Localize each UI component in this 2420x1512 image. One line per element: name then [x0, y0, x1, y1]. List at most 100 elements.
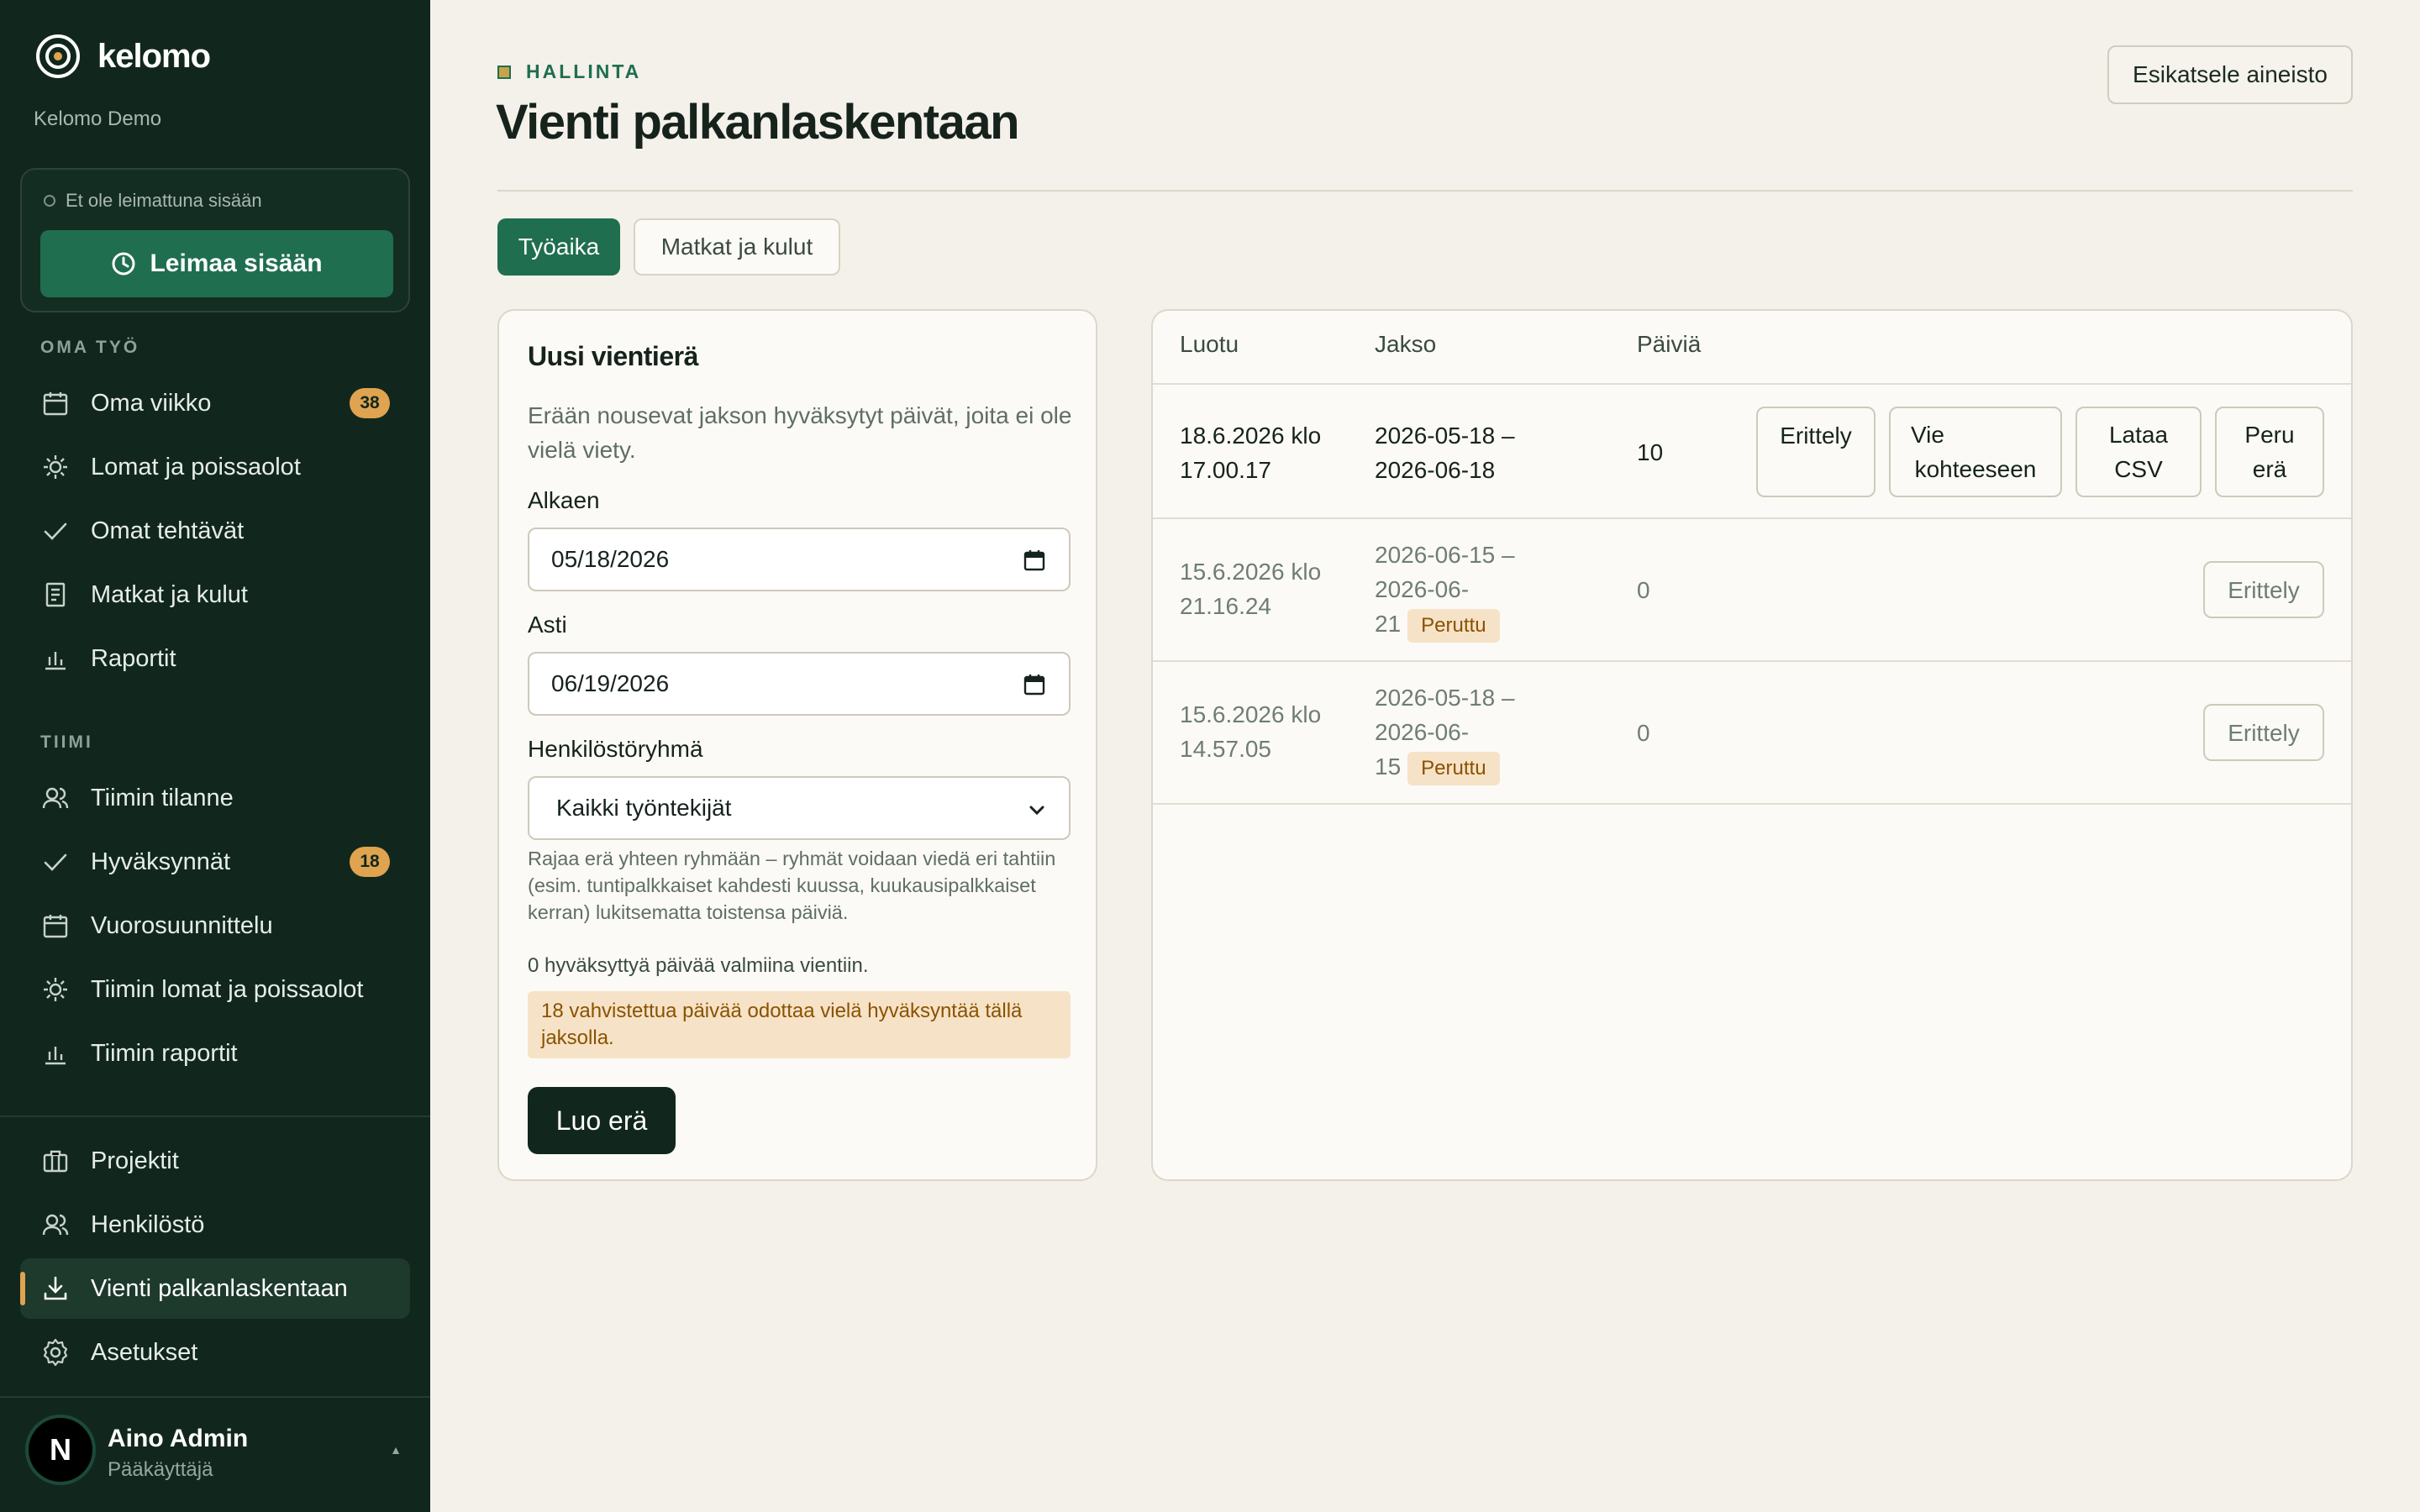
- bar-chart-icon: [39, 642, 72, 675]
- punch-status: Et ole leimattuna sisään: [44, 190, 262, 212]
- new-batch-title: Uusi vientierä: [528, 341, 698, 371]
- sidebar-item-payroll-export[interactable]: Vienti palkanlaskentaan: [20, 1258, 410, 1319]
- period-start: 2026-05-18 –: [1375, 685, 1515, 711]
- button-line: Vie: [1911, 422, 1944, 448]
- tab-work-time[interactable]: Työaika: [497, 218, 620, 276]
- download-csv-button[interactable]: Lataa CSV: [2075, 407, 2202, 497]
- sidebar-item-label: Hyväksynnät: [91, 848, 231, 875]
- section-eyebrow: HALLINTA: [497, 60, 641, 83]
- row-divider: [1153, 803, 2351, 805]
- period-end-day: 21: [1375, 611, 1402, 637]
- user-menu[interactable]: N Aino Admin Pääkäyttäjä ▲: [0, 1398, 430, 1512]
- created-time: 14.57.05: [1180, 736, 1271, 762]
- period-cell: 2026-05-18 – 2026-06- 15 Peruttu: [1375, 680, 1515, 785]
- period-start: 2026-06-15 –: [1375, 542, 1515, 568]
- sidebar-item-label: Lomat ja poissaolot: [91, 453, 301, 480]
- created-date: 15.6.2026 klo: [1180, 701, 1322, 727]
- sidebar-item-approvals[interactable]: Hyväksynnät 18: [20, 832, 410, 892]
- create-batch-button[interactable]: Luo erä: [528, 1087, 676, 1154]
- new-batch-description: Erään nousevat jakson hyväksytyt päivät,…: [528, 402, 1072, 463]
- header-divider: [497, 190, 2353, 192]
- calendar-icon[interactable]: [1023, 549, 1045, 571]
- sidebar-item-personnel[interactable]: Henkilöstö: [20, 1194, 410, 1255]
- preview-data-button[interactable]: Esikatsele aineisto: [2107, 45, 2353, 104]
- column-header-period: Jakso: [1375, 331, 1437, 357]
- punch-in-label: Leimaa sisään: [150, 249, 323, 277]
- calendar-icon: [39, 386, 72, 420]
- group-help-text: Rajaa erä yhteen ryhmään – ryhmät voidaa…: [528, 848, 1056, 923]
- punch-in-button[interactable]: Leimaa sisään: [40, 230, 393, 297]
- section-team: TIIMI: [40, 732, 93, 752]
- bar-chart-icon: [39, 1037, 72, 1070]
- sidebar-item-label: Projektit: [91, 1147, 179, 1174]
- ready-count-text: 0 hyväksyttyä päivää valmiina vientiin.: [528, 954, 869, 977]
- group-select[interactable]: Kaikki työntekijät: [528, 776, 1071, 840]
- eyebrow-square-icon: [497, 65, 511, 79]
- sidebar-divider: [0, 1116, 430, 1117]
- detail-button[interactable]: Erittely: [1756, 407, 1876, 497]
- to-date-input[interactable]: 06/19/2026: [528, 652, 1071, 716]
- count-badge: 18: [350, 847, 390, 877]
- row-divider: [1153, 660, 2351, 662]
- to-date-value: 06/19/2026: [551, 670, 670, 696]
- sun-icon: [39, 450, 72, 484]
- status-badge: Peruttu: [1407, 608, 1500, 643]
- sidebar-item-own-week[interactable]: Oma viikko 38: [20, 373, 410, 433]
- punch-card: Et ole leimattuna sisään Leimaa sisään: [20, 168, 410, 312]
- sidebar-item-reports[interactable]: Raportit: [20, 628, 410, 689]
- group-select-value: Kaikki työntekijät: [556, 795, 732, 821]
- users-icon: [39, 781, 72, 815]
- chevron-down-icon: [1029, 806, 1044, 816]
- eyebrow-label: HALLINTA: [526, 60, 642, 82]
- created-date: 18.6.2026 klo: [1180, 423, 1322, 449]
- button-line: Lataa: [2108, 422, 2169, 448]
- caret-up-icon: ▲: [390, 1443, 402, 1457]
- sidebar-item-settings[interactable]: Asetukset: [20, 1322, 410, 1383]
- sidebar-item-label: Tiimin raportit: [91, 1039, 238, 1067]
- period-cell: 2026-05-18 – 2026-06-18: [1375, 418, 1515, 487]
- sidebar: kelomo Kelomo Demo Et ole leimattuna sis…: [0, 0, 430, 1512]
- export-to-target-button[interactable]: Vie kohteeseen: [1889, 407, 2062, 497]
- period-end: 2026-06-: [1375, 719, 1470, 745]
- users-icon: [39, 1208, 72, 1242]
- brand[interactable]: kelomo: [35, 34, 211, 79]
- from-date-input[interactable]: 05/18/2026: [528, 528, 1071, 591]
- cancel-batch-button[interactable]: Peru erä: [2215, 407, 2324, 497]
- brand-name: kelomo: [97, 37, 211, 75]
- calendar-icon[interactable]: [1023, 674, 1045, 696]
- detail-button[interactable]: Erittely: [2203, 704, 2324, 761]
- sidebar-item-projects[interactable]: Projektit: [20, 1131, 410, 1191]
- sidebar-item-label: Raportit: [91, 644, 176, 672]
- sun-icon: [39, 973, 72, 1006]
- detail-button[interactable]: Erittely: [2203, 561, 2324, 618]
- created-cell: 18.6.2026 klo 17.00.17: [1180, 418, 1321, 487]
- button-line: erä: [2252, 456, 2287, 482]
- punch-status-text: Et ole leimattuna sisään: [66, 190, 262, 211]
- sidebar-item-label: Tiimin tilanne: [91, 784, 234, 811]
- created-cell: 15.6.2026 klo 21.16.24: [1180, 554, 1321, 623]
- sidebar-item-team-leaves[interactable]: Tiimin lomat ja poissaolot: [20, 959, 410, 1020]
- avatar: N: [29, 1418, 92, 1482]
- sidebar-item-label: Asetukset: [91, 1338, 198, 1366]
- receipt-icon: [39, 578, 72, 612]
- sidebar-item-label: Vuorosuunnittelu: [91, 911, 273, 939]
- user-name: Aino Admin: [108, 1425, 249, 1452]
- sidebar-item-shift-planning[interactable]: Vuorosuunnittelu: [20, 895, 410, 956]
- download-icon: [39, 1272, 72, 1305]
- check-icon: [39, 514, 72, 548]
- period-cell: 2026-06-15 – 2026-06- 21 Peruttu: [1375, 538, 1515, 643]
- tab-travel-expenses[interactable]: Matkat ja kulut: [634, 218, 840, 276]
- organization-name: Kelomo Demo: [34, 108, 162, 130]
- sidebar-item-own-tasks[interactable]: Omat tehtävät: [20, 501, 410, 561]
- period-end-day: 15: [1375, 753, 1402, 780]
- sidebar-item-team-status[interactable]: Tiimin tilanne: [20, 768, 410, 828]
- sidebar-item-team-reports[interactable]: Tiimin raportit: [20, 1023, 410, 1084]
- created-date: 15.6.2026 klo: [1180, 559, 1322, 585]
- sidebar-item-travel-expenses[interactable]: Matkat ja kulut: [20, 564, 410, 625]
- pending-approval-warning: 18 vahvistettua päivää odottaa vielä hyv…: [528, 991, 1071, 1058]
- group-label: Henkilöstöryhmä: [528, 736, 703, 762]
- sidebar-item-leaves[interactable]: Lomat ja poissaolot: [20, 437, 410, 497]
- sidebar-item-label: Henkilöstö: [91, 1210, 205, 1238]
- briefcase-icon: [39, 1144, 72, 1178]
- count-badge: 38: [350, 388, 390, 418]
